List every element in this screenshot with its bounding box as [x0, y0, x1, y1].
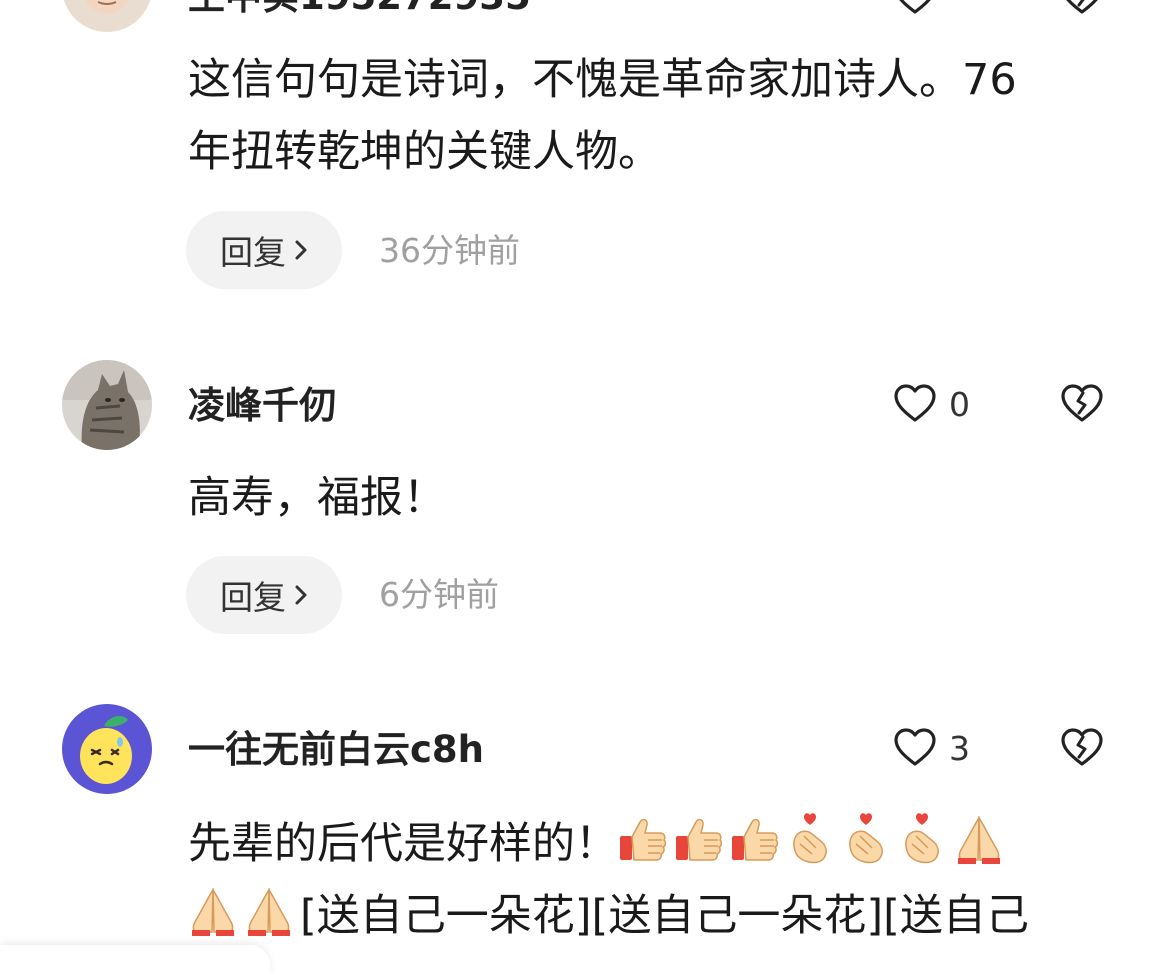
like-button[interactable]	[893, 0, 937, 18]
like-count: 3	[949, 728, 970, 768]
reply-button[interactable]: 回复	[186, 211, 342, 289]
reply-label: 回复	[220, 578, 286, 617]
username[interactable]: 凌峰千仞	[188, 387, 336, 424]
bottom-sheet-edge	[0, 945, 270, 975]
thumbs-up-emoji	[674, 812, 724, 866]
cat-photo-avatar[interactable]	[62, 360, 152, 450]
comment-timestamp: 36分钟前	[379, 231, 520, 270]
comment-text-line: [送自己一朵花][送自己一朵花][送自己	[188, 880, 1118, 952]
chevron-right-icon	[295, 585, 307, 605]
username[interactable]: 王中实195272935	[188, 0, 531, 15]
reply-button[interactable]: 回复	[186, 556, 342, 634]
broken-heart-icon[interactable]	[1060, 382, 1104, 426]
comment-timestamp: 6分钟前	[379, 575, 499, 614]
comment-text-span: 先辈的后代是好样的！	[188, 819, 618, 869]
like-button[interactable]: 3	[893, 726, 970, 770]
thumbs-up-emoji	[618, 812, 668, 866]
finger-heart-emoji	[898, 812, 948, 866]
like-count: 0	[949, 384, 970, 424]
heart-outline-icon	[893, 0, 937, 18]
comment-text: 先辈的后代是好样的！ [送自己一朵花][送自己一朵花][送自己	[188, 808, 1118, 952]
finger-heart-emoji	[842, 812, 892, 866]
finger-heart-emoji	[786, 812, 836, 866]
heart-outline-icon	[893, 726, 937, 770]
comment-text-line: 这信句句是诗词，不愧是革命家加诗人。76	[188, 55, 1017, 105]
heart-outline-icon	[893, 382, 937, 426]
face-photo-avatar[interactable]	[62, 0, 152, 32]
username[interactable]: 一往无前白云c8h	[188, 731, 484, 768]
broken-heart-icon[interactable]	[1060, 0, 1104, 18]
folded-hands-emoji	[954, 812, 1004, 866]
lemon-cartoon-avatar[interactable]	[62, 704, 152, 794]
comment-text-line: 年扭转乾坤的关键人物。	[188, 127, 661, 177]
comment-text-span: [送自己一朵花][送自己一朵花][送自己	[300, 891, 1029, 941]
comment-text: 这信句句是诗词，不愧是革命家加诗人。76 年扭转乾坤的关键人物。	[188, 44, 1118, 188]
broken-heart-icon[interactable]	[1060, 726, 1104, 770]
like-button[interactable]: 0	[893, 382, 970, 426]
folded-hands-emoji	[244, 884, 294, 938]
thumbs-up-emoji	[730, 812, 780, 866]
reply-label: 回复	[220, 233, 286, 272]
comment-text-line: 先辈的后代是好样的！	[188, 808, 1118, 880]
comment-text: 高寿，福报！	[188, 462, 1118, 534]
chevron-right-icon	[295, 240, 307, 260]
folded-hands-emoji	[188, 884, 238, 938]
comment-text-line: 高寿，福报！	[188, 473, 446, 523]
